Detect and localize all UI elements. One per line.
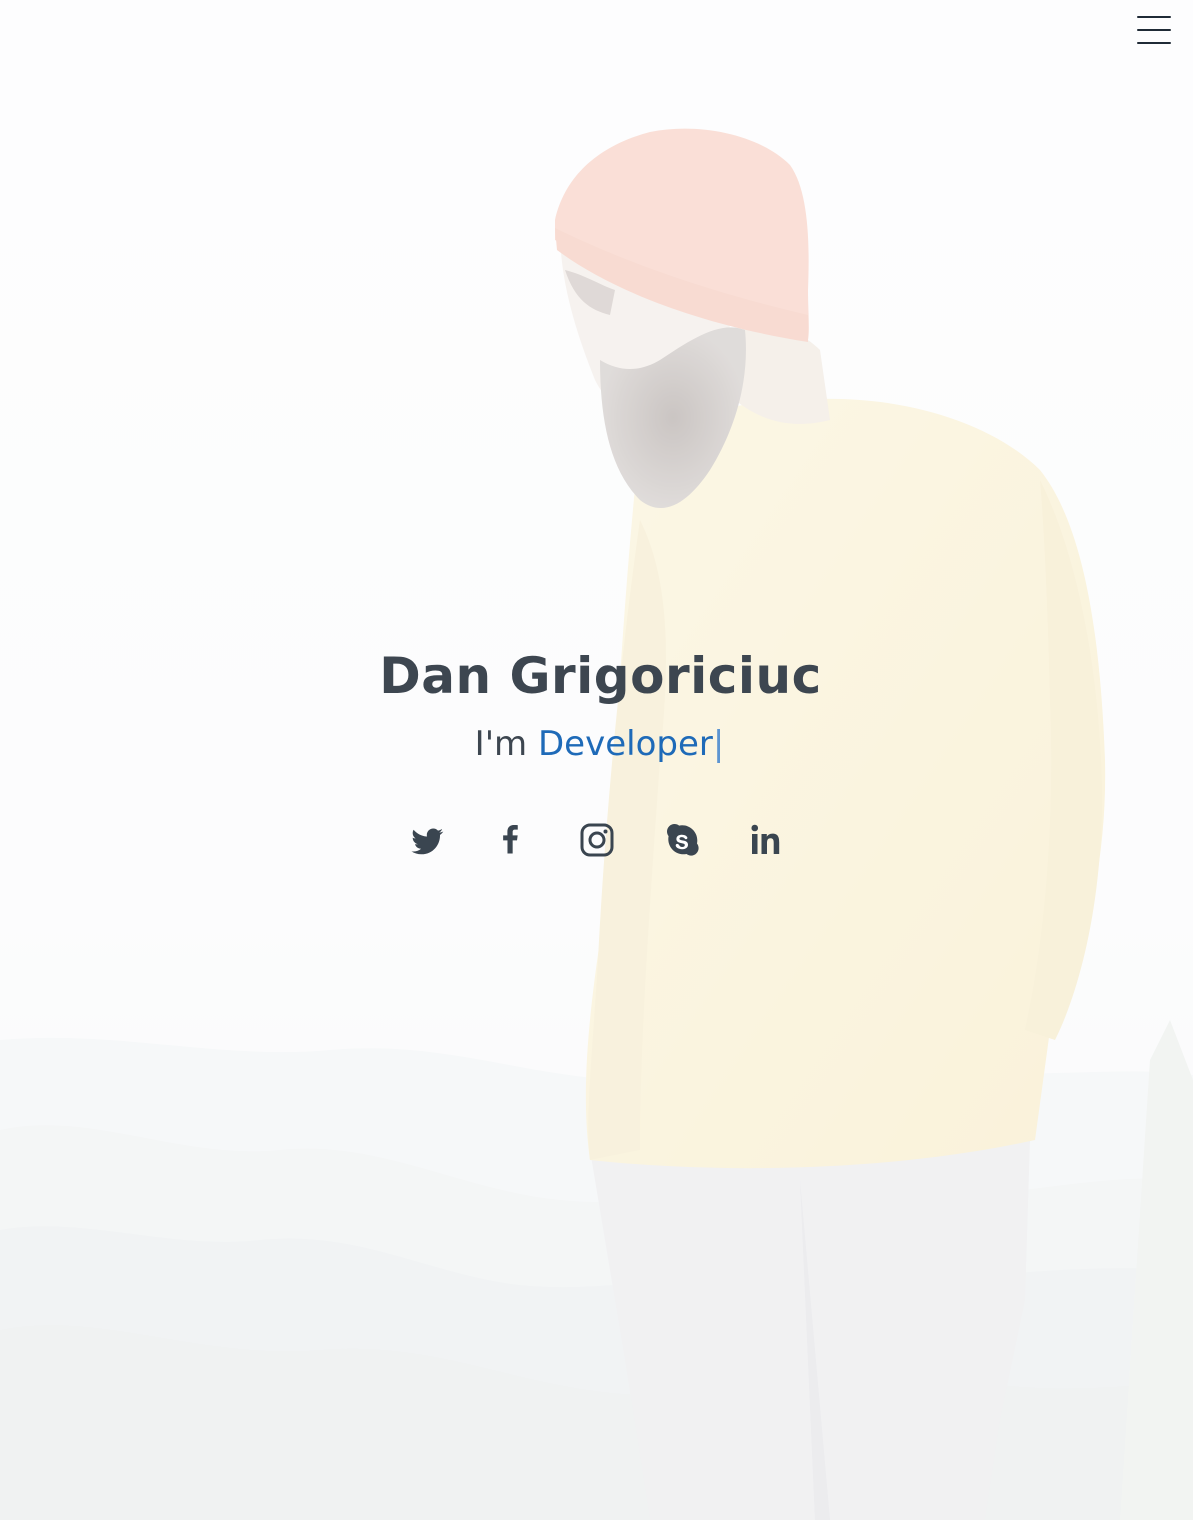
tagline-typed-role: Developer (537, 724, 713, 764)
hero-name: Dan Grigoriciuc (379, 647, 822, 705)
menu-bar-bottom (1137, 42, 1171, 44)
hamburger-menu-icon[interactable] (1137, 14, 1171, 46)
instagram-link[interactable] (579, 820, 615, 860)
social-links (0, 820, 1193, 860)
facebook-link[interactable] (494, 820, 530, 860)
skype-link[interactable] (664, 820, 700, 860)
typing-cursor: | (712, 724, 725, 764)
tagline-prefix: I'm (474, 724, 538, 764)
menu-bar-top (1137, 16, 1171, 18)
hero-content: Dan Grigoriciuc I'm Developer| (0, 640, 1193, 766)
instagram-icon (580, 823, 613, 857)
twitter-link[interactable] (409, 820, 445, 860)
hero-tagline: I'm Developer| (0, 722, 1193, 766)
menu-bar-middle (1137, 29, 1171, 31)
twitter-icon (410, 828, 443, 855)
facebook-icon (502, 824, 518, 854)
hero-section: Dan Grigoriciuc I'm Developer| (0, 0, 1193, 1520)
linkedin-icon (750, 824, 779, 854)
linkedin-link[interactable] (749, 820, 785, 860)
skype-icon (666, 824, 699, 856)
